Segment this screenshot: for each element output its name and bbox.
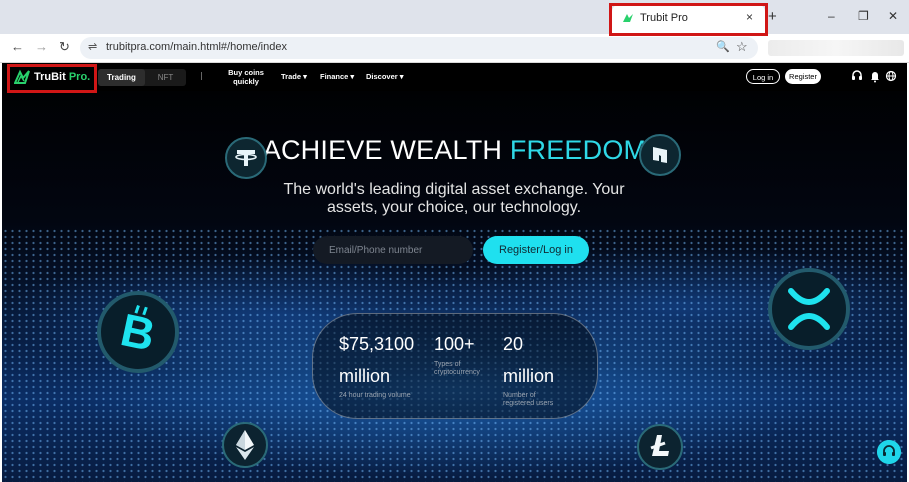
stat-crypto-types-value: 100+ [434,334,475,354]
bitcoin-icon: B [97,291,179,373]
stat-users-unit: million [503,366,555,386]
trubit-favicon-icon [623,14,633,22]
webpage: TruBit Pro. Trading NFT Buy coins quickl… [2,63,907,482]
headset-icon[interactable] [851,69,863,83]
address-bar[interactable]: ⇌ trubitpra.com/main.html#/home/index 🔍 … [80,37,758,59]
browser-tab[interactable]: Trubit Pro × [612,4,765,34]
support-chat-icon[interactable] [877,440,901,464]
xrp-icon [768,268,850,350]
mode-switch: Trading NFT [98,69,186,86]
tether-icon [225,137,267,179]
hero-subtitle: The world's leading digital asset exchan… [283,181,625,216]
restore-button[interactable]: ❐ [858,9,869,23]
stat-trading-volume-label: 24 hour trading volume [339,392,411,399]
register-login-button[interactable]: Register/Log in [483,236,589,264]
window-close-button[interactable]: ✕ [888,9,898,23]
email-phone-input[interactable] [313,236,473,264]
stat-crypto-types-label: Types of cryptocurrency [434,361,480,376]
nft-tab[interactable]: NFT [145,69,186,86]
bell-icon[interactable] [869,69,881,83]
back-button[interactable]: ← [11,39,24,54]
litecoin-icon [637,424,683,470]
finance-menu[interactable]: Finance ▾ [320,72,354,81]
reload-button[interactable]: ↻ [59,39,70,55]
url-text[interactable]: trubitpra.com/main.html#/home/index [106,41,287,53]
register-button[interactable]: Register [785,69,821,84]
extensions-area [768,40,904,56]
header-divider [201,72,202,80]
discover-menu[interactable]: Discover ▾ [366,72,404,81]
stats-panel: $75,3100 million 24 hour trading volume … [312,313,598,419]
zoom-icon[interactable]: 🔍 [716,40,730,53]
trading-tab[interactable]: Trading [98,69,145,86]
tab-title: Trubit Pro [640,12,688,24]
new-tab-button[interactable]: + [768,8,777,25]
browser-tabstrip: Trubit Pro × + – ❐ ✕ [0,0,909,34]
stat-users-value: 20 [503,334,524,354]
minimize-button[interactable]: – [828,9,835,23]
buy-coins-link[interactable]: Buy coins quickly [226,68,266,86]
hero-title: ACHIEVE WEALTH FREEDOM [262,135,647,165]
stat-users-label: Number of registered users [503,392,554,407]
trubit-logo-icon [14,69,30,84]
trade-menu[interactable]: Trade ▾ [281,72,307,81]
stat-trading-volume-value: $75,3100 [339,334,415,354]
nuls-icon [639,134,681,176]
bookmark-star-icon[interactable]: ☆ [736,39,748,55]
stat-trading-volume-unit: million [339,366,391,386]
site-header: TruBit Pro. Trading NFT Buy coins quickl… [2,63,907,91]
site-info-icon[interactable]: ⇌ [88,40,97,53]
globe-icon[interactable] [885,69,897,83]
ethereum-icon [222,422,268,468]
tab-close-icon[interactable]: × [746,10,753,24]
logo-text: TruBit Pro. [34,71,91,83]
login-button[interactable]: Log in [746,69,780,84]
forward-button[interactable]: → [35,39,48,54]
address-bar-row: ← → ↻ ⇌ trubitpra.com/main.html#/home/in… [0,34,909,63]
